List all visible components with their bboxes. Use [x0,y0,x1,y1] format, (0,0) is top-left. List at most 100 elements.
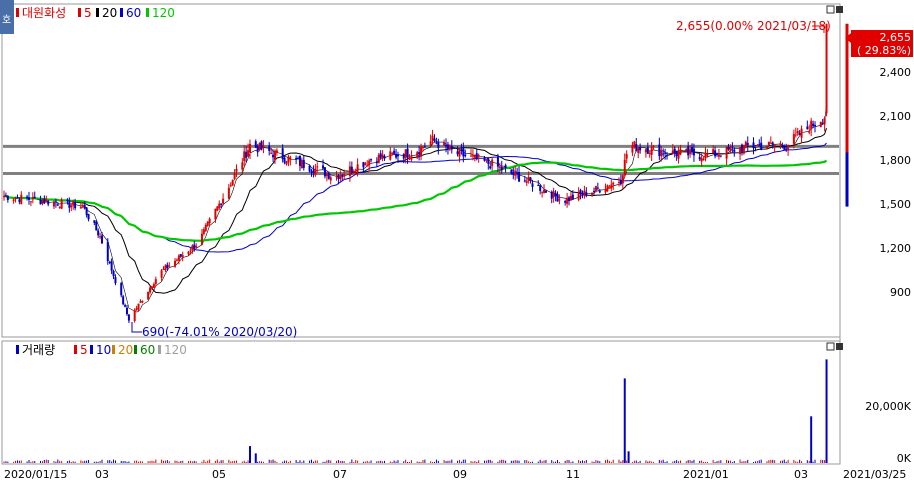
candle-body [58,206,61,208]
candle-body [604,189,607,193]
candle-body [625,154,628,159]
candle-body [166,264,169,268]
candle-body [596,187,599,189]
candle-body [579,189,582,194]
candle-body [760,142,763,151]
candle-body [297,157,300,159]
candle-body [623,159,626,176]
candle-body [504,165,507,168]
candle-body [717,154,720,157]
candle-body [74,202,77,209]
candle-body [202,229,205,234]
candle-body [631,145,634,153]
candle-body [245,151,248,158]
candle-body [744,141,747,147]
candle-body [99,236,102,238]
price-panel-minimize-button[interactable] [826,5,835,14]
candle-body [31,197,34,200]
candle-body [79,207,82,209]
candle-body [819,122,822,127]
candle-body [712,149,715,154]
candle-body [393,150,396,154]
candle-body [808,131,811,133]
candle-body [617,181,620,183]
candle-body [364,163,367,165]
legend-item-60: 60 [126,6,141,20]
candle-body [214,209,217,220]
candle-body [491,159,494,166]
candle-body [754,146,757,148]
candle-body [685,149,688,151]
candle-body [181,255,184,258]
candle-body [771,142,774,146]
volume-panel-frame [1,340,841,465]
candle-body [445,144,448,147]
candle-body [731,146,734,148]
candle-body [258,142,261,150]
volume-panel-minimize-button[interactable] [826,342,835,351]
candle-body [262,145,265,148]
candle-body [473,154,476,158]
candle-body [335,175,338,177]
candle-body [112,270,115,277]
candle-body [700,158,703,162]
price-panel-close-button[interactable] [836,6,843,13]
candle-body [26,196,29,199]
candle-body [489,166,492,169]
candle-body [435,142,438,144]
candle-body [16,197,19,199]
candle-body [231,179,234,186]
candle-body [677,151,680,159]
candle-body [127,314,130,321]
candle-body [800,128,803,138]
candle-body [698,157,701,160]
candle-body [122,296,125,305]
candle-body [310,171,313,173]
candle-body [179,254,182,257]
candle-body [27,197,30,200]
candle-body [814,125,817,127]
candle-body [637,147,640,153]
candle-body [437,142,440,148]
candle-body [93,220,96,223]
candle-body [383,155,386,159]
candle-body [544,190,547,193]
candle-body [379,153,382,158]
candle-body [396,154,399,157]
candle-body [577,191,580,200]
candle-body [658,144,661,157]
candle-body [195,245,198,248]
candle-body [639,146,642,151]
candle-body [458,149,461,157]
candle-body [298,155,301,166]
candle-body [162,268,165,270]
candle-body [14,197,17,200]
candle-body [56,204,59,206]
vol-legend-item-5: 5 [80,343,88,357]
candle-body [368,160,371,166]
candle-body [633,141,636,148]
candle-body [135,308,138,311]
candle-body [719,155,722,157]
candle-body [52,201,55,207]
candle-body [208,218,211,224]
x-tick-05: 05 [212,468,226,481]
candle-body [450,146,453,150]
candle-body [241,162,244,170]
candle-body [581,192,584,196]
candle-body [756,145,759,147]
candle-body [568,197,571,202]
candle-body [543,189,546,193]
candle-body [646,147,649,154]
candle-body [18,199,21,202]
candle-body [295,158,298,160]
candle-body [725,146,728,159]
volume-panel-close-button[interactable] [836,343,843,350]
candle-body [147,291,150,300]
candle-body [796,131,799,134]
candle-body [531,183,534,187]
candle-body [256,146,259,153]
candle-body [429,141,432,146]
candle-body [366,165,369,167]
candle-body [733,149,736,152]
